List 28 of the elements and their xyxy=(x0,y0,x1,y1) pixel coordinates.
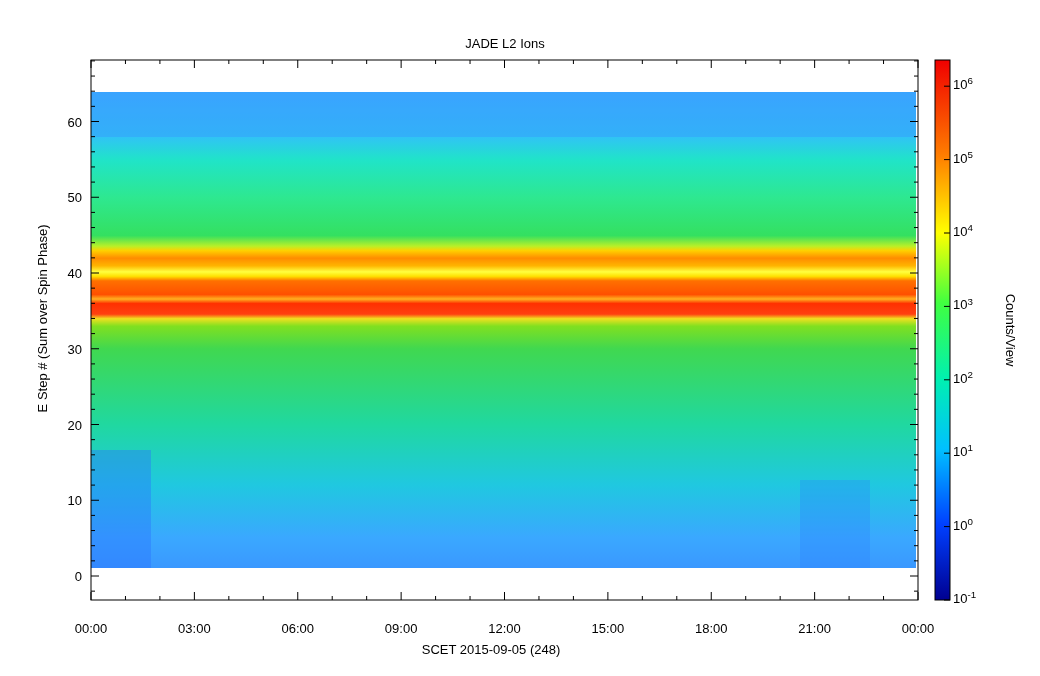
tick-label: 15:00 xyxy=(591,621,625,636)
tick-label: 10$^{0}$ xyxy=(953,517,973,533)
tick-label: 18:00 xyxy=(695,621,728,636)
tick-label: 60 xyxy=(67,114,82,130)
axis-label: SCET 2015-09-05 (248) xyxy=(421,642,561,657)
tick-label: 00:00 xyxy=(74,621,108,636)
tick-label: 10$^{4}$ xyxy=(953,224,973,239)
tick-label: 00:00 xyxy=(901,621,935,636)
tick-label: 10$^{5}$ xyxy=(953,150,973,166)
tick-label: 12:00 xyxy=(488,621,521,636)
tick-label: 30 xyxy=(67,341,82,357)
tick-label: 10 xyxy=(67,493,82,509)
tick-label: 10$^{1}$ xyxy=(953,444,973,460)
tick-label: 09:00 xyxy=(384,621,418,636)
colorbar-label: Counts/View xyxy=(1003,293,1018,367)
tick-label: 40 xyxy=(67,266,82,281)
tick-label: 10$^{3}$ xyxy=(953,297,973,313)
tick-label: 50 xyxy=(67,190,82,206)
tick-label: 10$^{6}$ xyxy=(953,77,973,93)
tick-label: 03:00 xyxy=(178,621,211,636)
chart-title: JADE L2 Ions xyxy=(465,36,545,51)
tick-label: 10$^{2}$ xyxy=(953,370,973,386)
tick-label: 20 xyxy=(67,417,82,433)
tick-label: 10$^{-1}$ xyxy=(953,591,977,606)
tick-label: 06:00 xyxy=(281,621,314,636)
tick-label: 21:00 xyxy=(798,621,831,636)
axis-label: E Step # (Sum over Spin Phase) xyxy=(35,224,50,413)
tick-label: 0 xyxy=(74,569,82,584)
